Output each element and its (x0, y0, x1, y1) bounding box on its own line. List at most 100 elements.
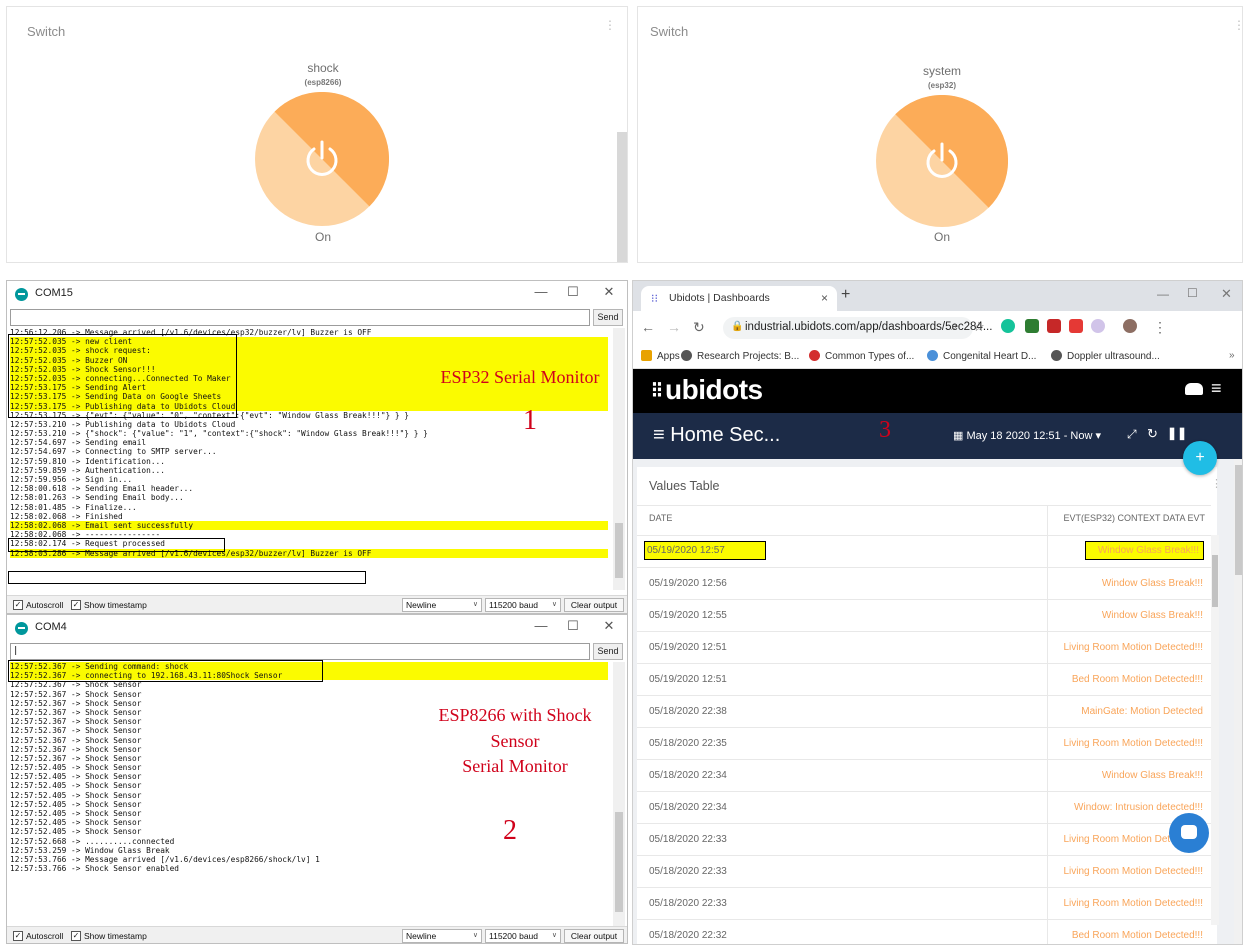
widget-title: Switch (650, 24, 689, 39)
arduino-icon (15, 288, 28, 301)
table-scrollbar[interactable] (1211, 535, 1219, 925)
autoscroll-checkbox[interactable]: ✓ (13, 931, 23, 941)
scrollbar-thumb[interactable] (615, 812, 623, 912)
send-button[interactable]: Send (593, 643, 623, 660)
chevron-down-icon: ∨ (472, 601, 478, 608)
power-toggle-button[interactable] (255, 92, 389, 226)
autoscroll-checkbox[interactable]: ✓ (13, 600, 23, 610)
ubidots-logo[interactable]: ⁝⁝ ubidots (651, 374, 763, 406)
switch-variable-name: system (922, 64, 961, 78)
tab-ubidots[interactable]: ⁝⁝ Ubidots | Dashboards × (641, 286, 837, 311)
widget-title: Switch (27, 24, 66, 39)
arduino-icon (15, 622, 28, 635)
hamburger-menu-icon[interactable]: ≡ (1211, 378, 1222, 399)
scrollbar-thumb[interactable] (615, 523, 623, 578)
kebab-menu-icon[interactable]: ⋮ (1211, 477, 1222, 490)
minimize-button[interactable]: — (531, 284, 551, 299)
add-widget-button[interactable]: + (1183, 441, 1217, 475)
clear-output-button[interactable]: Clear output (564, 929, 624, 943)
back-icon[interactable]: ← (641, 319, 655, 335)
kebab-menu-icon[interactable]: ⋮ (1233, 19, 1242, 31)
profile-avatar[interactable] (1123, 319, 1137, 333)
log-line: 12:57:52.367 -> Shock Sensor (10, 689, 142, 699)
scrollbar-thumb[interactable] (1212, 555, 1218, 607)
table-row: 05/18/2020 22:33 Living Room Motion Detec… (637, 887, 1211, 919)
dashboard-title[interactable]: ≡ Home Sec... (653, 424, 780, 447)
pause-icon[interactable]: ❚❚ (1167, 426, 1187, 440)
kebab-menu-icon[interactable]: ⋮ (604, 19, 616, 31)
zoom-icon[interactable]: ⌕ (951, 319, 958, 334)
maximize-button[interactable]: ☐ (563, 618, 583, 634)
log-line: 12:57:52.405 -> Shock Sensor (10, 781, 142, 791)
bookmark-star-icon[interactable]: ☆ (973, 319, 985, 335)
close-button[interactable]: ✕ (1221, 286, 1232, 302)
switch-widget-shock: Switch ⋮ shock (esp8266) On (6, 6, 628, 263)
switch-device-name: (esp8266) (304, 78, 342, 87)
clear-output-button[interactable]: Clear output (564, 598, 624, 612)
bookmark-item[interactable]: Research Projects: B... (681, 350, 799, 362)
cell-date: 05/19/2020 12:57 (644, 541, 766, 560)
send-button[interactable]: Send (593, 309, 623, 326)
annotation-number: 1 (523, 405, 537, 436)
refresh-icon[interactable]: ↻ (1147, 426, 1158, 442)
ubidots-favicon-icon: ⁝⁝ (651, 293, 658, 305)
kebab-menu-icon[interactable]: ⋮ (1153, 319, 1167, 336)
annotation-number: 2 (503, 815, 517, 846)
address-bar[interactable]: 🔒 industrial.ubidots.com/app/dashboards/… (723, 317, 992, 339)
minimize-button[interactable]: — (531, 618, 551, 633)
serial-input[interactable]: | (10, 643, 590, 660)
inbox-icon[interactable] (1185, 383, 1203, 395)
log-line: 12:57:53.766 -> Shock Sensor enabled (10, 864, 179, 874)
serial-monitor-com4: COM4 — ☐ ✕ | Send 12:57:52.367 -> Sendin… (6, 614, 628, 944)
maximize-button[interactable]: ☐ (1187, 286, 1198, 300)
extension-icon[interactable] (1047, 319, 1061, 333)
timestamp-checkbox[interactable]: ✓ (71, 931, 81, 941)
bookmark-item[interactable]: Common Types of... (809, 350, 914, 362)
cell-date: 05/19/2020 12:51 (649, 642, 727, 653)
page-scrollbar[interactable] (1234, 459, 1242, 944)
close-button[interactable]: ✕ (599, 284, 619, 300)
bookmark-item[interactable]: Congenital Heart D... (927, 350, 1036, 362)
line-ending-select[interactable]: Newline ∨ (402, 598, 482, 612)
close-icon[interactable]: × (821, 291, 828, 305)
more-bookmarks-icon[interactable]: » (1229, 350, 1235, 361)
output-scrollbar[interactable] (613, 662, 625, 926)
chevron-down-icon: ∨ (551, 601, 557, 608)
switch-variable-name: shock (307, 61, 339, 75)
maximize-button[interactable]: ☐ (563, 284, 583, 300)
extension-icon[interactable] (1025, 319, 1039, 333)
bookmark-item[interactable]: Doppler ultrasound... (1051, 350, 1160, 362)
table-row: 05/18/2020 22:33 Living Room Motion Detec… (637, 855, 1211, 887)
close-button[interactable]: ✕ (599, 618, 619, 634)
date-range-picker[interactable]: ▦ May 18 2020 12:51 - Now ▾ (953, 429, 1101, 442)
chat-icon (1181, 825, 1197, 839)
annotation-number: 3 (879, 417, 891, 443)
timestamp-checkbox[interactable]: ✓ (71, 600, 81, 610)
minimize-button[interactable]: — (1157, 287, 1169, 301)
baud-select[interactable]: 115200 baud ∨ (485, 598, 561, 612)
fullscreen-icon[interactable]: ⤢ (1127, 427, 1137, 442)
extension-icon[interactable] (1091, 319, 1105, 333)
table-row: 05/18/2020 22:32 Bed Room Motion Detected… (637, 919, 1211, 944)
bookmark-label: Research Projects: B... (697, 351, 800, 362)
log-line: 12:57:52.405 -> Shock Sensor (10, 790, 142, 800)
grammarly-icon[interactable] (1001, 319, 1015, 333)
table-row: 05/19/2020 12:55 Window Glass Break!!! (637, 599, 1211, 631)
table-header-line (637, 505, 1211, 506)
bookmark-apps[interactable]: Apps (641, 350, 680, 362)
new-tab-button[interactable]: + (841, 286, 850, 304)
timestamp-label: Show timestamp (84, 931, 147, 941)
power-toggle-button[interactable] (876, 95, 1008, 227)
annotation-label: ESP8266 with Shock (438, 705, 592, 725)
widget-scrollbar[interactable] (617, 132, 627, 262)
timestamp-label: Show timestamp (84, 600, 147, 610)
baud-select[interactable]: 115200 baud ∨ (485, 929, 561, 943)
serial-input[interactable] (10, 309, 590, 326)
extension-icon[interactable] (1069, 319, 1083, 333)
chat-button[interactable] (1169, 813, 1209, 853)
scrollbar-thumb[interactable] (1235, 465, 1242, 575)
forward-icon[interactable]: → (667, 319, 681, 335)
reload-icon[interactable]: ↻ (693, 319, 705, 336)
line-ending-select[interactable]: Newline ∨ (402, 929, 482, 943)
bottom-toolbar: ✓ Autoscroll ✓ Show timestamp Newline ∨ 1… (7, 595, 627, 613)
